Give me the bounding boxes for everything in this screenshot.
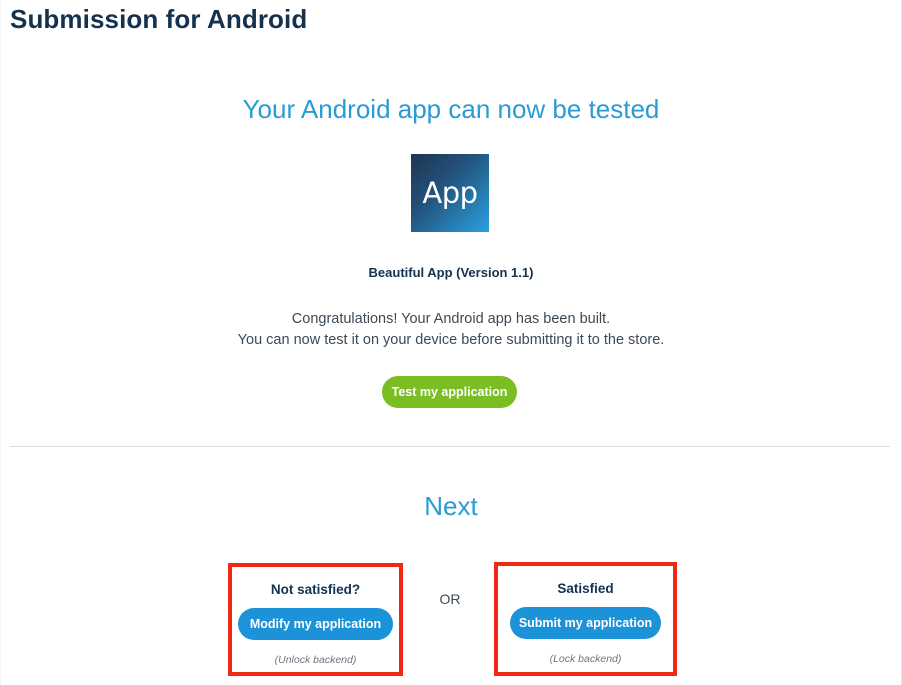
not-satisfied-heading: Not satisfied? — [270, 582, 361, 597]
modify-application-button[interactable]: Modify my application — [238, 608, 393, 640]
section-divider — [10, 446, 890, 447]
satisfied-panel: Satisfied Submit my application (Lock ba… — [494, 562, 677, 676]
or-label: OR — [439, 591, 461, 607]
message-line-2: You can now test it on your device befor… — [237, 332, 665, 348]
unlock-backend-note: (Unlock backend) — [274, 654, 357, 666]
hero-title: Your Android app can now be tested — [242, 94, 660, 124]
next-title: Next — [424, 491, 478, 521]
not-satisfied-panel: Not satisfied? Modify my application (Un… — [228, 563, 403, 676]
app-name: Beautiful App (Version 1.1) — [368, 265, 534, 280]
test-application-button[interactable]: Test my application — [382, 376, 517, 408]
build-message: Congratulations! Your Android app has be… — [0, 309, 902, 351]
message-line-1: Congratulations! Your Android app has be… — [291, 311, 611, 327]
app-icon: App — [411, 154, 489, 232]
lock-backend-note: (Lock backend) — [549, 653, 622, 665]
satisfied-heading: Satisfied — [557, 581, 614, 596]
submit-application-button[interactable]: Submit my application — [510, 607, 661, 639]
page-title: Submission for Android — [10, 4, 308, 34]
app-icon-label: App — [422, 176, 478, 210]
